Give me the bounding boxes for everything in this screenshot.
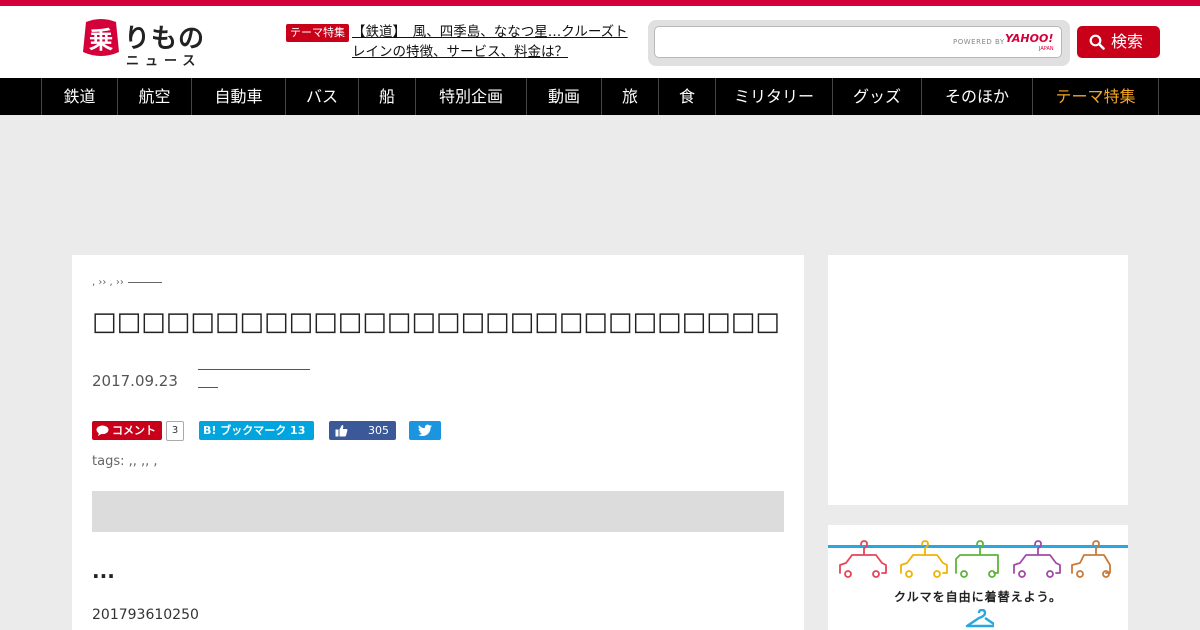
nav-item-military[interactable]: ミリタリー: [715, 78, 832, 115]
search-icon: [1089, 34, 1105, 50]
logo-mark-icon: 乗: [83, 19, 119, 56]
banner-caption: クルマを自由に着替えよう。: [894, 590, 1062, 604]
nav-item-travel[interactable]: 旅: [601, 78, 658, 115]
feature-badge: テーマ特集: [286, 24, 349, 42]
comment-button[interactable]: コメント: [92, 421, 162, 440]
comment-count: 3: [166, 421, 184, 441]
site-logo[interactable]: 乗 りもの ニュース: [80, 16, 215, 69]
search-provider-sub: JAPAN: [1039, 46, 1054, 52]
breadcrumb-text[interactable]: , ›› , ››: [92, 277, 124, 288]
author-role-placeholder: [198, 387, 218, 388]
nav-item-railway[interactable]: 鉄道: [41, 78, 117, 115]
nav-item-bus[interactable]: バス: [285, 78, 358, 115]
article-main: , ›› , ›› □□□□□□□□□□□□□□□□□□□□□□□□□□□□□□…: [72, 255, 804, 630]
nav-item-video[interactable]: 動画: [526, 78, 601, 115]
nav-item-ship[interactable]: 船: [358, 78, 415, 115]
search-input[interactable]: POWERED BY YAHOO! JAPAN: [654, 26, 1062, 58]
site-header: 乗 りもの ニュース テーマ特集 【鉄道】 風、四季島、ななつ星…クルーズトレイ…: [0, 6, 1200, 78]
article-body-text: 201793610250: [92, 607, 199, 623]
search-button[interactable]: 検索: [1077, 26, 1160, 58]
author-name-placeholder[interactable]: [198, 369, 310, 370]
nav-item-food[interactable]: 食: [658, 78, 715, 115]
nav-item-automobile[interactable]: 自動車: [191, 78, 285, 115]
nav-item-theme-features[interactable]: テーマ特集: [1032, 78, 1159, 115]
article-date: 2017.09.23: [92, 372, 178, 390]
sidebar-car-banner[interactable]: クルマを自由に着替えよう。: [828, 525, 1128, 630]
twitter-bird-icon: [418, 424, 432, 437]
facebook-like-button[interactable]: 305: [329, 421, 396, 440]
comment-button-label: コメント: [112, 424, 156, 437]
breadcrumb: , ›› , ››: [92, 277, 162, 288]
sidebar-ad-placeholder[interactable]: [828, 255, 1128, 505]
logo-subtext: ニュース: [126, 54, 202, 69]
nav-item-special[interactable]: 特別企画: [415, 78, 526, 115]
like-count: 305: [368, 424, 389, 437]
article-tags: tags: ,, ,, ,: [92, 454, 158, 469]
hatena-bookmark-button[interactable]: B! ブックマーク 13: [199, 421, 314, 440]
category-nav: 鉄道 航空 自動車 バス 船 特別企画 動画 旅 食 ミリタリー グッズ そのほ…: [0, 78, 1200, 115]
nav-item-aviation[interactable]: 航空: [117, 78, 191, 115]
powered-by-label: POWERED BY: [953, 38, 1005, 46]
thumbs-up-icon: [335, 425, 348, 437]
nav-item-goods[interactable]: グッズ: [832, 78, 921, 115]
breadcrumb-current: [127, 281, 162, 283]
search-box: POWERED BY YAHOO! JAPAN: [648, 20, 1070, 66]
feature-article-link[interactable]: 【鉄道】 風、四季島、ななつ星…クルーズトレインの特徴、サービス、料金は？: [352, 22, 637, 62]
hanger-icon: [965, 609, 994, 628]
tweet-button[interactable]: [409, 421, 441, 440]
article-lead: ...: [92, 559, 115, 583]
nav-item-others[interactable]: そのほか: [921, 78, 1032, 115]
logo-mark-char: 乗: [89, 26, 113, 54]
inline-ad-placeholder: [92, 491, 784, 532]
search-button-label: 検索: [1111, 32, 1144, 51]
search-provider-logo: YAHOO!: [1005, 32, 1054, 45]
speech-bubble-icon: [96, 425, 109, 436]
article-title: □□□□□□□□□□□□□□□□□□□□□□□□□□□□□□□□□□□□□: [92, 307, 782, 337]
